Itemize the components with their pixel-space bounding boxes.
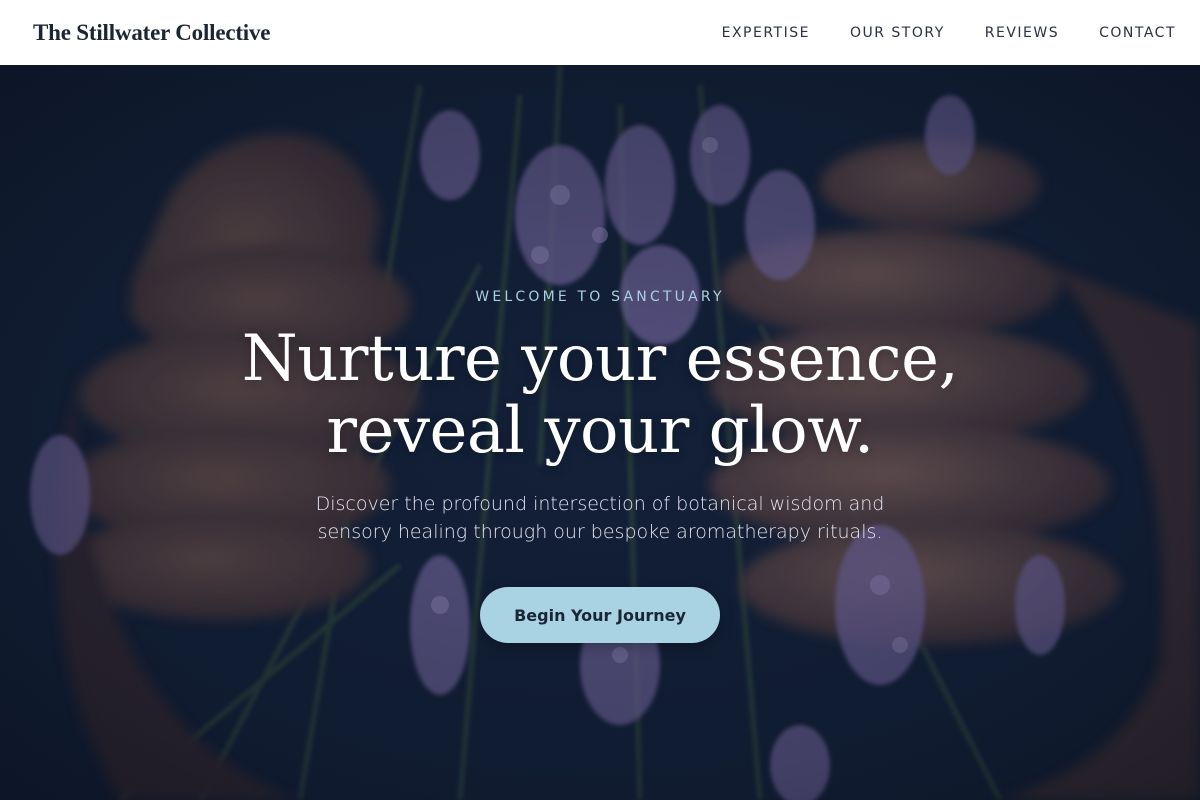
hero-headline-line-2: reveal your glow. (326, 394, 874, 468)
main-nav: EXPERTISE OUR STORY REVIEWS CONTACT (722, 25, 1176, 41)
nav-item-reviews[interactable]: REVIEWS (985, 25, 1059, 41)
begin-journey-button[interactable]: Begin Your Journey (480, 587, 720, 643)
hero-content: WELCOME TO SANCTUARY Nurture your essenc… (0, 65, 1200, 800)
hero-eyebrow: WELCOME TO SANCTUARY (475, 289, 725, 305)
nav-item-our-story[interactable]: OUR STORY (850, 25, 945, 41)
nav-item-contact[interactable]: CONTACT (1099, 25, 1176, 41)
hero-headline: Nurture your essence, reveal your glow. (0, 323, 1200, 467)
hero-headline-line-1: Nurture your essence, (241, 322, 959, 396)
site-header: The Stillwater Collective EXPERTISE OUR … (0, 0, 1200, 65)
nav-item-expertise[interactable]: EXPERTISE (722, 25, 810, 41)
hero-section: WELCOME TO SANCTUARY Nurture your essenc… (0, 65, 1200, 800)
brand-logo[interactable]: The Stillwater Collective (33, 20, 271, 46)
hero-subtitle: Discover the profound intersection of bo… (315, 493, 885, 543)
